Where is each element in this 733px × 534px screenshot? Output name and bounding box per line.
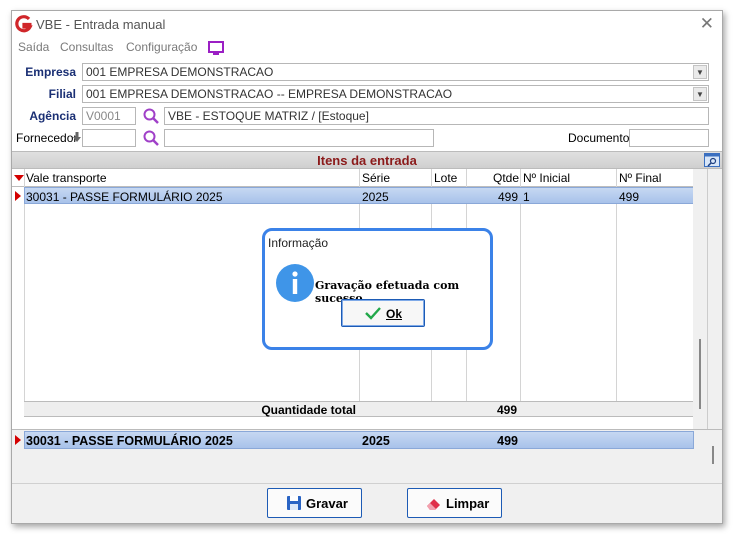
items-section-title: Itens da entrada	[317, 153, 417, 168]
button-bar: Gravar Limpar	[12, 483, 722, 523]
cell-final: 499	[619, 190, 640, 204]
zoom-window-icon[interactable]	[704, 153, 720, 167]
col-qtde[interactable]: Qtde	[467, 171, 519, 187]
summary-scrollbar-thumb[interactable]	[712, 446, 714, 464]
col-vale-transporte[interactable]: Vale transporte	[26, 171, 107, 187]
documento-input[interactable]	[629, 129, 709, 147]
total-label: Quantidade total	[261, 403, 356, 417]
cell-qtde: 499	[497, 190, 518, 204]
gravar-button[interactable]: Gravar	[267, 488, 362, 518]
gravar-label: Gravar	[306, 496, 348, 511]
menu-saida[interactable]: Saída	[18, 40, 49, 54]
fornecedor-code-input[interactable]	[82, 129, 136, 147]
col-divider	[24, 169, 25, 417]
menu-configuracao[interactable]: Configuração	[126, 40, 197, 54]
cell-vale: 30031 - PASSE FORMULÁRIO 2025	[26, 190, 223, 204]
filial-select[interactable]: 001 EMPRESA DEMONSTRACAO -- EMPRESA DEMO…	[82, 85, 709, 103]
grid-scrollbar[interactable]	[693, 169, 707, 429]
summary-serie: 2025	[362, 434, 390, 448]
current-row-marker-icon	[15, 191, 21, 201]
total-row: Quantidade total 499	[24, 401, 694, 417]
info-dialog: Informação Gravação efetuada com sucesso…	[262, 228, 493, 350]
fornecedor-desc-field	[164, 129, 434, 147]
app-logo-icon	[15, 15, 33, 33]
chevron-down-icon[interactable]: ▼	[693, 87, 707, 101]
filial-label: Filial	[48, 87, 76, 101]
eraser-icon	[427, 499, 440, 510]
save-icon	[287, 496, 301, 510]
col-n-final[interactable]: Nº Final	[619, 171, 661, 187]
summary-vale: 30031 - PASSE FORMULÁRIO 2025	[26, 434, 233, 448]
col-lote[interactable]: Lote	[434, 171, 457, 187]
agencia-label: Agência	[29, 109, 76, 123]
search-icon[interactable]	[142, 107, 160, 125]
menu-consultas[interactable]: Consultas	[60, 40, 113, 54]
info-icon	[276, 264, 314, 302]
table-row[interactable]: 30031 - PASSE FORMULÁRIO 2025 2025 499 1…	[24, 187, 694, 204]
grid-header: Vale transporte Série Lote Qtde Nº Inici…	[12, 169, 694, 187]
empresa-value: 001 EMPRESA DEMONSTRACAO	[86, 65, 274, 79]
limpar-label: Limpar	[446, 496, 490, 511]
scrollbar-thumb[interactable]	[699, 339, 701, 409]
menu-bar: Saída Consultas Configuração	[12, 37, 722, 59]
cell-serie: 2025	[362, 190, 389, 204]
checkmark-icon	[365, 307, 381, 320]
summary-grid[interactable]: 30031 - PASSE FORMULÁRIO 2025 2025 499	[12, 429, 722, 483]
summary-qtde: 499	[497, 434, 518, 448]
dialog-title: Informação	[268, 236, 329, 250]
empresa-label: Empresa	[25, 65, 76, 79]
current-row-marker-icon	[15, 435, 21, 445]
ok-button[interactable]: Ok	[341, 299, 425, 327]
agencia-code-input[interactable]: V0001	[82, 107, 136, 125]
ok-label: Ok	[386, 307, 403, 321]
monitor-icon[interactable]	[208, 40, 224, 56]
empresa-select[interactable]: 001 EMPRESA DEMONSTRACAO ▼	[82, 63, 709, 81]
col-divider	[520, 169, 521, 417]
filial-value: 001 EMPRESA DEMONSTRACAO -- EMPRESA DEMO…	[86, 87, 453, 101]
documento-label: Documento	[568, 131, 630, 145]
header-form: Empresa 001 EMPRESA DEMONSTRACAO ▼ Filia…	[12, 59, 722, 151]
col-n-inicial[interactable]: Nº Inicial	[523, 171, 570, 187]
window-title: VBE - Entrada manual	[36, 17, 166, 32]
chevron-down-icon[interactable]: ▼	[693, 65, 707, 79]
arrow-down-icon	[73, 132, 81, 142]
summary-row[interactable]: 30031 - PASSE FORMULÁRIO 2025 2025 499	[24, 431, 694, 449]
limpar-button[interactable]: Limpar	[407, 488, 502, 518]
items-section-header: Itens da entrada	[12, 151, 722, 169]
fornecedor-label: Fornecedor	[16, 131, 78, 145]
sort-arrow-icon[interactable]	[14, 175, 24, 181]
title-bar: VBE - Entrada manual ✕	[12, 11, 722, 37]
col-serie[interactable]: Série	[362, 171, 390, 187]
total-value: 499	[496, 403, 517, 417]
cell-inicial: 1	[523, 190, 530, 204]
col-divider	[616, 169, 617, 417]
close-button[interactable]: ✕	[700, 14, 714, 34]
agencia-desc-field: VBE - ESTOQUE MATRIZ / [Estoque]	[164, 107, 709, 125]
search-icon[interactable]	[142, 129, 160, 147]
